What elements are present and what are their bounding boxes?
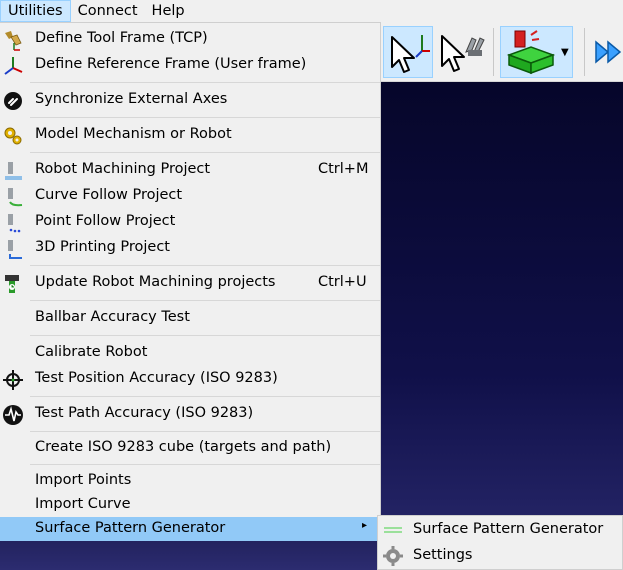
machining-block-icon xyxy=(506,30,556,75)
submenu-item-surface-pattern-generator[interactable]: Surface Pattern Generator xyxy=(378,517,623,543)
menu-item-label: Update Robot Machining projects xyxy=(35,274,276,290)
menu-separator xyxy=(30,335,380,336)
menu-item-surface-pattern-generator[interactable]: Surface Pattern Generator ▸ xyxy=(0,517,380,541)
menu-item-label: Point Follow Project xyxy=(35,213,176,229)
update-machining-icon xyxy=(2,273,24,295)
menu-item-import-points[interactable]: Import Points xyxy=(0,469,380,493)
menu-utilities[interactable]: Utilities xyxy=(0,0,71,22)
menu-item-label: Define Reference Frame (User frame) xyxy=(35,56,307,72)
curve-follow-icon xyxy=(2,186,24,208)
gears-icon xyxy=(2,125,24,147)
cursor-tool-icon xyxy=(441,35,485,72)
menu-item-define-reference-frame[interactable]: Define Reference Frame (User frame) xyxy=(0,53,380,77)
menu-item-label: Calibrate Robot xyxy=(35,344,148,360)
menu-item-label: Model Mechanism or Robot xyxy=(35,126,232,142)
menu-separator xyxy=(30,464,380,465)
menubar: Utilities Connect Help xyxy=(0,0,623,22)
menu-item-synchronize-external-axes[interactable]: Synchronize External Axes xyxy=(0,88,380,112)
submenu-item-settings[interactable]: Settings xyxy=(378,543,623,569)
sync-axes-icon xyxy=(2,90,24,112)
toolbar-separator xyxy=(493,28,494,76)
menu-item-label: Create ISO 9283 cube (targets and path) xyxy=(35,439,332,455)
point-follow-icon xyxy=(2,212,24,234)
reference-frame-icon xyxy=(2,55,24,77)
select-tool-button[interactable] xyxy=(436,26,488,78)
fast-forward-button[interactable] xyxy=(592,26,623,78)
menu-separator xyxy=(30,265,380,266)
surface-pattern-icon xyxy=(382,519,404,541)
menu-item-test-path-accuracy[interactable]: Test Path Accuracy (ISO 9283) xyxy=(0,402,380,426)
menu-item-ballbar-accuracy-test[interactable]: Ballbar Accuracy Test xyxy=(0,306,380,330)
menu-item-label: Test Path Accuracy (ISO 9283) xyxy=(35,405,254,421)
menu-item-label: Robot Machining Project xyxy=(35,161,211,177)
menu-item-test-position-accuracy[interactable]: Test Position Accuracy (ISO 9283) xyxy=(0,367,380,391)
menu-separator xyxy=(30,396,380,397)
fast-forward-icon xyxy=(595,40,622,64)
menu-item-3d-printing-project[interactable]: 3D Printing Project xyxy=(0,236,380,260)
menu-item-label: Curve Follow Project xyxy=(35,187,183,203)
menu-item-shortcut: Ctrl+M xyxy=(318,161,369,177)
menu-item-label: Import Points xyxy=(35,472,132,488)
menu-item-label: 3D Printing Project xyxy=(35,239,170,255)
3d-viewport-lower[interactable] xyxy=(0,540,380,570)
menu-help[interactable]: Help xyxy=(145,0,192,22)
menu-item-label: Synchronize External Axes xyxy=(35,91,228,107)
menu-item-label: Ballbar Accuracy Test xyxy=(35,309,190,325)
menu-separator xyxy=(30,300,380,301)
settings-gear-icon xyxy=(382,545,404,567)
menu-separator xyxy=(30,117,380,118)
surface-pattern-submenu: Surface Pattern Generator Settings xyxy=(377,515,623,570)
menu-item-robot-machining-project[interactable]: Robot Machining Project Ctrl+M xyxy=(0,158,380,182)
menu-separator xyxy=(30,82,380,83)
utilities-menu: Define Tool Frame (TCP) Define Reference… xyxy=(0,22,381,541)
menu-item-calibrate-robot[interactable]: Calibrate Robot xyxy=(0,341,380,365)
menu-item-label: Import Curve xyxy=(35,496,131,512)
3d-viewport[interactable] xyxy=(380,82,623,570)
menu-item-update-machining-projects[interactable]: Update Robot Machining projects Ctrl+U xyxy=(0,271,380,295)
menu-item-define-tool-frame[interactable]: Define Tool Frame (TCP) xyxy=(0,27,380,51)
menu-item-point-follow-project[interactable]: Point Follow Project xyxy=(0,210,380,234)
submenu-item-label: Surface Pattern Generator xyxy=(413,521,604,537)
toolbar-separator xyxy=(584,28,585,76)
menu-item-curve-follow-project[interactable]: Curve Follow Project xyxy=(0,184,380,208)
printing-project-icon xyxy=(2,238,24,260)
waveform-icon xyxy=(2,404,24,426)
menu-item-shortcut: Ctrl+U xyxy=(318,274,367,290)
machining-project-icon xyxy=(2,160,24,182)
menu-item-model-mechanism[interactable]: Model Mechanism or Robot xyxy=(0,123,380,147)
menu-item-label: Test Position Accuracy (ISO 9283) xyxy=(35,370,278,386)
menu-item-import-curve[interactable]: Import Curve xyxy=(0,493,380,517)
menu-item-label: Define Tool Frame (TCP) xyxy=(35,30,208,46)
submenu-item-label: Settings xyxy=(413,547,473,563)
machining-tool-button[interactable]: ▼ xyxy=(500,26,573,78)
menu-separator xyxy=(30,431,380,432)
dropdown-arrow-icon[interactable]: ▼ xyxy=(561,47,569,58)
menu-item-label: Surface Pattern Generator xyxy=(35,520,226,536)
menu-separator xyxy=(30,152,380,153)
menu-item-create-iso-cube[interactable]: Create ISO 9283 cube (targets and path) xyxy=(0,436,380,460)
menu-connect[interactable]: Connect xyxy=(71,0,145,22)
cursor-frame-icon xyxy=(391,35,430,73)
crosshair-icon xyxy=(2,369,24,391)
tool-frame-icon xyxy=(2,29,24,51)
submenu-arrow-icon: ▸ xyxy=(362,520,368,531)
select-reference-frame-button[interactable] xyxy=(383,26,433,78)
